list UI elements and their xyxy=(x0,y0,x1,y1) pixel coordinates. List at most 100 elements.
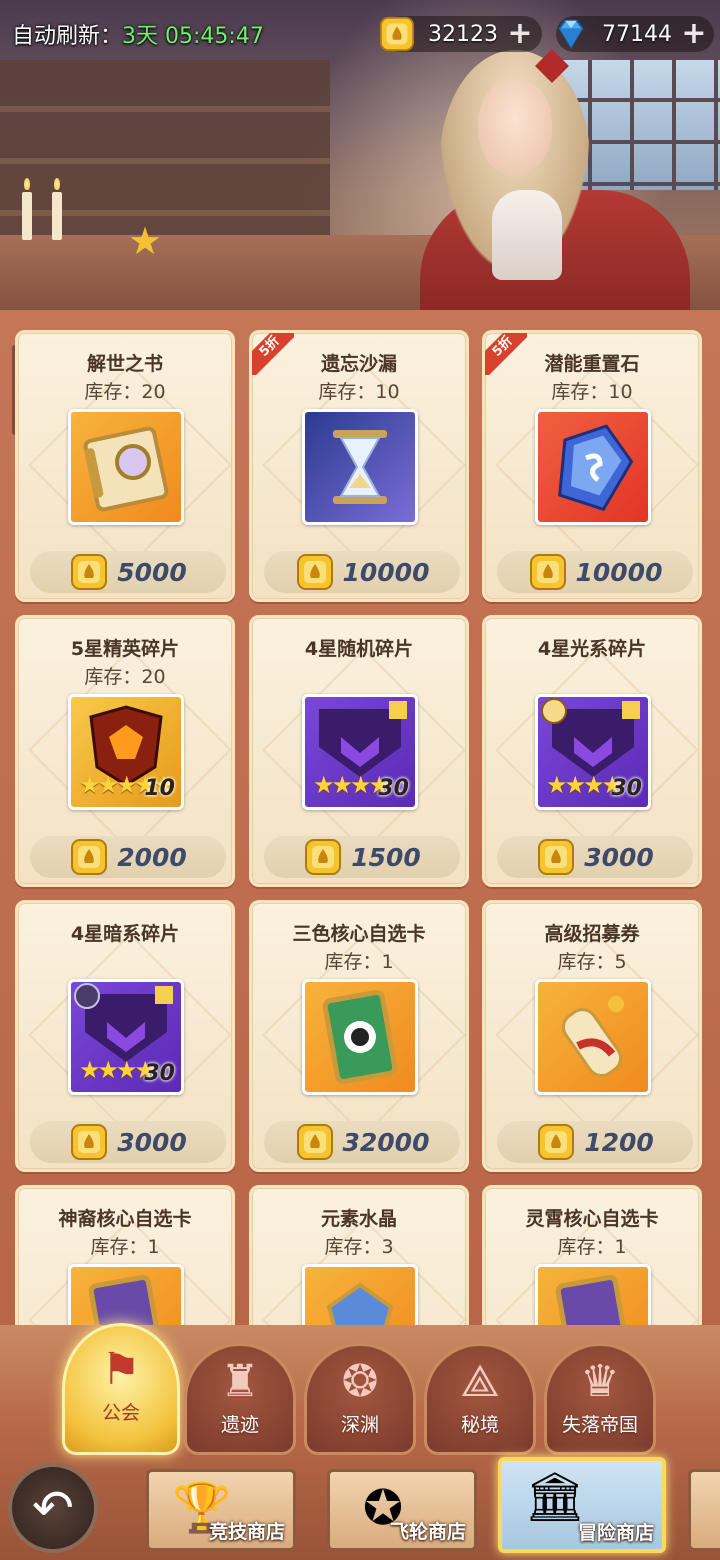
item-stock: 库存：3 xyxy=(324,1236,394,1258)
shop-item-card[interactable]: 4星随机碎片 ★★★★ 30 1500 xyxy=(249,615,469,887)
elite-fragment-icon: ★★★★★ 10 xyxy=(68,694,184,810)
gold-coin-icon xyxy=(538,1124,575,1160)
dark-fragment-icon: ★★★★ 30 xyxy=(68,979,184,1095)
shop-tab-more[interactable] xyxy=(688,1469,720,1551)
ruins-icon: ♜ xyxy=(220,1356,260,1407)
shop-tab-flywheel[interactable]: ✪ 飞轮商店 xyxy=(327,1469,477,1551)
buy-button[interactable]: 10000 xyxy=(264,551,460,593)
item-price: 1500 xyxy=(351,842,421,872)
item-price: 3000 xyxy=(584,842,654,872)
scroll-ticket-icon xyxy=(535,979,651,1095)
shop-item-card[interactable]: 5星精英碎片 库存：20 ★★★★★ 10 2000 xyxy=(15,615,235,887)
shop-item-card[interactable]: 5折 遗忘沙漏 库存：10 10000 xyxy=(249,330,469,602)
item-price: 1200 xyxy=(584,1127,654,1157)
star-rating-icon: ★★★★ xyxy=(79,1056,156,1084)
item-price: 10000 xyxy=(575,557,663,587)
category-label: 遗迹 xyxy=(220,1414,259,1436)
shopkeeper-character xyxy=(400,40,700,320)
refresh-time: 3天 05:45:47 xyxy=(122,24,264,49)
item-name: 元素水晶 xyxy=(320,1208,397,1230)
item-stock: 库存：20 xyxy=(84,666,166,688)
hourglass-icon xyxy=(302,409,418,525)
shop-item-card[interactable]: 三色核心自选卡 库存：1 32000 xyxy=(249,900,469,1172)
buy-button[interactable]: 1200 xyxy=(497,1121,693,1163)
guild-banner-icon: ⚑ xyxy=(101,1344,141,1395)
item-price: 10000 xyxy=(342,557,430,587)
add-gold-button[interactable]: + xyxy=(506,19,534,49)
candle-decoration xyxy=(12,140,72,240)
shop-item-card[interactable]: 5折 潜能重置石 库存：10 10000 xyxy=(482,330,702,602)
diamond-currency: 77144 + xyxy=(556,16,714,52)
fragment-count: 30 xyxy=(144,1061,175,1086)
shop-tab-label: 竞技商店 xyxy=(208,1521,285,1543)
element-crystal-icon xyxy=(302,1264,418,1330)
auto-refresh-timer: 自动刷新：3天 05:45:47 xyxy=(12,18,264,50)
refresh-label: 自动刷新： xyxy=(12,24,123,49)
fragment-count: 30 xyxy=(378,776,409,801)
item-price: 32000 xyxy=(342,1127,430,1157)
category-label: 秘境 xyxy=(460,1414,499,1436)
gold-coin-icon xyxy=(296,1124,333,1160)
category-tab-lost-empire[interactable]: ♛ 失落帝国 xyxy=(544,1343,656,1455)
light-fragment-icon: ★★★★ 30 xyxy=(535,694,651,810)
buy-button[interactable]: 1500 xyxy=(264,836,460,878)
shop-item-card[interactable]: 4星暗系碎片 ★★★★ 30 3000 xyxy=(15,900,235,1172)
category-tab-secret-realm[interactable]: ⟁ 秘境 xyxy=(424,1343,536,1455)
gold-currency: 32123 + xyxy=(379,16,542,52)
gold-coin-icon xyxy=(379,16,415,52)
add-diamond-button[interactable]: + xyxy=(680,19,708,49)
crystal-stone-icon xyxy=(535,409,651,525)
fragment-count: 30 xyxy=(611,776,642,801)
item-name: 灵霄核心自选卡 xyxy=(525,1208,659,1230)
back-arrow-icon: ↶ xyxy=(32,1479,74,1537)
item-name: 4星随机碎片 xyxy=(304,638,414,660)
core-card-icon xyxy=(302,979,418,1095)
gold-coin-icon xyxy=(538,839,575,875)
star-rating-icon: ★★★★ xyxy=(546,771,623,799)
shop-item-card[interactable]: 高级招募券 库存：5 1200 xyxy=(482,900,702,1172)
category-tab-abyss[interactable]: ❂ 深渊 xyxy=(304,1343,416,1455)
gold-coin-icon xyxy=(71,839,108,875)
buy-button[interactable]: 3000 xyxy=(30,1121,226,1163)
star-decoration: ★ xyxy=(128,219,163,263)
buy-button[interactable]: 10000 xyxy=(497,551,693,593)
gold-coin-icon xyxy=(296,554,333,590)
gold-coin-icon xyxy=(71,1124,108,1160)
item-stock: 库存：10 xyxy=(318,381,400,403)
abyss-icon: ❂ xyxy=(341,1356,379,1407)
item-stock: 库存：1 xyxy=(90,1236,160,1258)
buy-button[interactable]: 5000 xyxy=(30,551,226,593)
item-price: 5000 xyxy=(117,557,187,587)
book-icon xyxy=(68,409,184,525)
item-name: 三色核心自选卡 xyxy=(292,923,426,945)
category-tab-guild[interactable]: ⚑ 公会 xyxy=(62,1323,180,1455)
category-tab-ruins[interactable]: ♜ 遗迹 xyxy=(184,1343,296,1455)
shop-tab-adventure[interactable]: 🏛 冒险商店 xyxy=(498,1457,666,1553)
core-card-icon xyxy=(535,1264,651,1330)
buy-button[interactable]: 3000 xyxy=(497,836,693,878)
item-name: 遗忘沙漏 xyxy=(320,353,397,375)
shop-tab-arena[interactable]: 🏆 竞技商店 xyxy=(146,1469,296,1551)
item-name: 潜能重置石 xyxy=(544,353,640,375)
shop-item-grid[interactable]: 解世之书 库存：20 5000 5折 遗忘沙漏 库存：10 10000 5折 潜… xyxy=(0,310,720,1330)
shop-item-card[interactable]: 4星光系碎片 ★★★★ 30 3000 xyxy=(482,615,702,887)
shop-item-card[interactable]: 解世之书 库存：20 5000 xyxy=(15,330,235,602)
shop-tab-label: 飞轮商店 xyxy=(389,1521,466,1543)
item-name: 神裔核心自选卡 xyxy=(58,1208,192,1230)
item-stock: 库存：20 xyxy=(84,381,166,403)
item-stock: 库存：1 xyxy=(557,1236,627,1258)
gold-coin-icon xyxy=(305,839,342,875)
fragment-count: 10 xyxy=(144,776,175,801)
buy-button[interactable]: 32000 xyxy=(264,1121,460,1163)
secret-realm-icon: ⟁ xyxy=(460,1356,500,1407)
shop-item-card[interactable]: 灵霄核心自选卡 库存：1 xyxy=(482,1185,702,1330)
shop-item-card[interactable]: 元素水晶 库存：3 xyxy=(249,1185,469,1330)
buy-button[interactable]: 2000 xyxy=(30,836,226,878)
item-stock: 库存：10 xyxy=(551,381,633,403)
back-button[interactable]: ↶ xyxy=(8,1463,98,1553)
item-name: 高级招募券 xyxy=(544,923,640,945)
item-price: 2000 xyxy=(117,842,187,872)
shop-item-card[interactable]: 神裔核心自选卡 库存：1 xyxy=(15,1185,235,1330)
item-name: 4星暗系碎片 xyxy=(70,923,180,945)
diamond-icon xyxy=(558,19,584,50)
